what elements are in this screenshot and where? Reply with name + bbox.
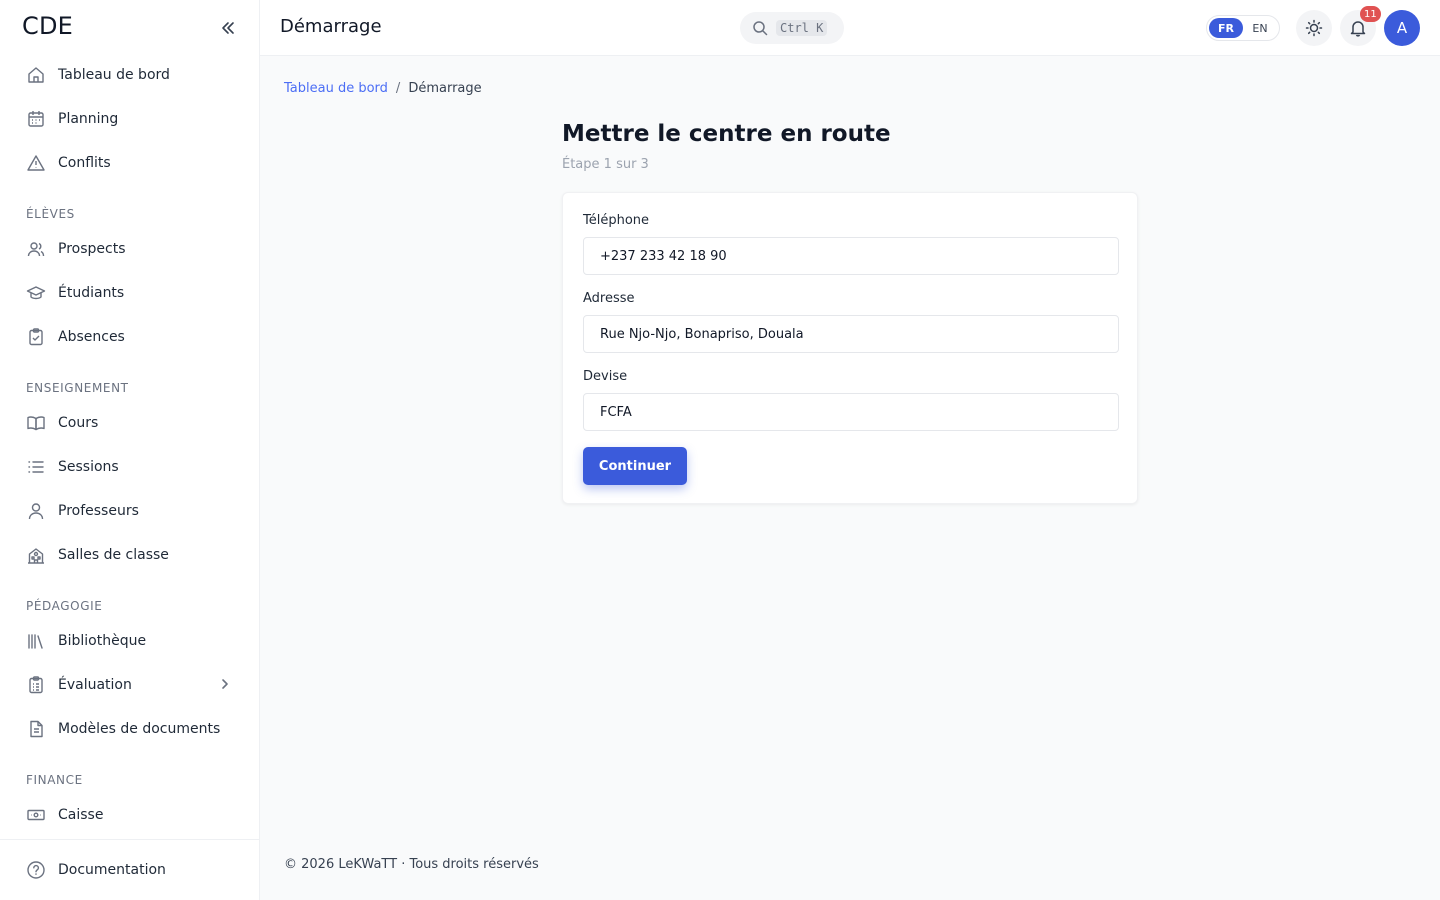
search-icon bbox=[753, 21, 768, 36]
clipboard-list-icon bbox=[26, 675, 46, 695]
calendar-icon bbox=[26, 109, 46, 129]
sidebar-item-evaluation[interactable]: Évaluation bbox=[0, 663, 260, 707]
lang-fr-button[interactable]: FR bbox=[1209, 18, 1243, 38]
setup-heading: Mettre le centre en route bbox=[562, 121, 891, 147]
building-icon bbox=[26, 545, 46, 565]
breadcrumb-current: Démarrage bbox=[408, 81, 482, 96]
sidebar-item-label: Caisse bbox=[58, 807, 104, 823]
cash-icon bbox=[26, 805, 46, 825]
breadcrumb-link-dashboard[interactable]: Tableau de bord bbox=[284, 81, 388, 96]
theme-toggle-button[interactable] bbox=[1296, 10, 1332, 46]
lang-en-button[interactable]: EN bbox=[1243, 18, 1277, 38]
search-shortcut: Ctrl K bbox=[776, 20, 828, 36]
help-circle-icon bbox=[26, 860, 46, 880]
step-indicator: Étape 1 sur 3 bbox=[562, 157, 649, 172]
sidebar-item-label: Sessions bbox=[58, 459, 119, 475]
library-icon bbox=[26, 631, 46, 651]
section-label-eleves: ÉLÈVES bbox=[26, 207, 75, 221]
list-icon bbox=[26, 457, 46, 477]
brand-logo: CDE bbox=[22, 12, 74, 40]
setup-form-card: Téléphone Adresse Devise Continuer bbox=[562, 192, 1138, 504]
users-icon bbox=[26, 239, 46, 259]
sidebar-item-courses[interactable]: Cours bbox=[0, 401, 260, 445]
sidebar-item-label: Cours bbox=[58, 415, 99, 431]
sidebar-item-label: Modèles de documents bbox=[58, 721, 221, 737]
breadcrumb-separator: / bbox=[395, 81, 401, 96]
sidebar-item-library[interactable]: Bibliothèque bbox=[0, 619, 260, 663]
sidebar-item-cash[interactable]: Caisse bbox=[0, 793, 260, 837]
sidebar-item-label: Absences bbox=[58, 329, 125, 345]
sidebar-item-students[interactable]: Étudiants bbox=[0, 271, 260, 315]
address-field[interactable] bbox=[583, 315, 1119, 353]
phone-field[interactable] bbox=[583, 237, 1119, 275]
sidebar-footer: Documentation bbox=[0, 839, 260, 900]
sidebar-item-sessions[interactable]: Sessions bbox=[0, 445, 260, 489]
sun-icon bbox=[1305, 19, 1323, 37]
section-label-finance: FINANCE bbox=[26, 773, 83, 787]
sidebar-item-prospects[interactable]: Prospects bbox=[0, 227, 260, 271]
home-icon bbox=[26, 65, 46, 85]
collapse-sidebar-button[interactable] bbox=[216, 16, 240, 40]
bell-icon bbox=[1350, 21, 1366, 37]
sidebar-item-label: Bibliothèque bbox=[58, 633, 147, 649]
phone-label: Téléphone bbox=[583, 213, 650, 228]
breadcrumb: Tableau de bord / Démarrage bbox=[284, 81, 482, 96]
page-footer: © 2026 LeKWaTT · Tous droits réservés bbox=[284, 857, 539, 872]
sidebar-item-classrooms[interactable]: Salles de classe bbox=[0, 533, 260, 577]
section-label-pedagogie: PÉDAGOGIE bbox=[26, 599, 103, 613]
warning-icon bbox=[26, 153, 46, 173]
sidebar-item-absences[interactable]: Absences bbox=[0, 315, 260, 359]
notifications-button[interactable]: 11 bbox=[1340, 6, 1381, 46]
clipboard-check-icon bbox=[26, 327, 46, 347]
user-icon bbox=[26, 501, 46, 521]
sidebar-item-conflicts[interactable]: Conflits bbox=[0, 141, 260, 185]
document-icon bbox=[26, 719, 46, 739]
sidebar-item-label: Salles de classe bbox=[58, 547, 169, 563]
currency-field[interactable] bbox=[583, 393, 1119, 431]
sidebar-item-label: Prospects bbox=[58, 241, 126, 257]
chevron-right-icon bbox=[218, 677, 232, 695]
search-button[interactable]: Ctrl K bbox=[740, 12, 844, 44]
sidebar-item-label: Étudiants bbox=[58, 285, 125, 301]
sidebar-item-label: Conflits bbox=[58, 155, 111, 171]
sidebar-item-label: Professeurs bbox=[58, 503, 139, 519]
page-title: Démarrage bbox=[280, 16, 382, 37]
sidebar-nav: Tableau de bord Planning Conflits ÉLÈVES… bbox=[0, 53, 260, 837]
section-label-enseignement: ENSEIGNEMENT bbox=[26, 381, 129, 395]
topbar: Démarrage Ctrl K FR EN 11 A bbox=[260, 0, 1440, 56]
sidebar-item-label: Tableau de bord bbox=[58, 67, 170, 83]
language-switcher: FR EN bbox=[1206, 15, 1280, 41]
sidebar-item-label: Planning bbox=[58, 111, 119, 127]
continue-button[interactable]: Continuer bbox=[583, 447, 687, 485]
sidebar-item-documentation[interactable]: Documentation bbox=[0, 842, 260, 898]
sidebar: CDE Tableau de bord Planning Conflits ÉL… bbox=[0, 0, 260, 900]
currency-label: Devise bbox=[583, 369, 628, 384]
sidebar-item-document-templates[interactable]: Modèles de documents bbox=[0, 707, 260, 751]
sidebar-item-planning[interactable]: Planning bbox=[0, 97, 260, 141]
double-chevron-left-icon bbox=[222, 22, 234, 34]
sidebar-item-dashboard[interactable]: Tableau de bord bbox=[0, 53, 260, 97]
address-label: Adresse bbox=[583, 291, 635, 306]
sidebar-item-label: Documentation bbox=[58, 862, 166, 878]
avatar[interactable]: A bbox=[1384, 10, 1420, 46]
sidebar-item-label: Évaluation bbox=[58, 677, 132, 693]
sidebar-item-teachers[interactable]: Professeurs bbox=[0, 489, 260, 533]
notifications-badge: 11 bbox=[1360, 6, 1381, 22]
graduation-cap-icon bbox=[26, 283, 46, 303]
book-open-icon bbox=[26, 413, 46, 433]
